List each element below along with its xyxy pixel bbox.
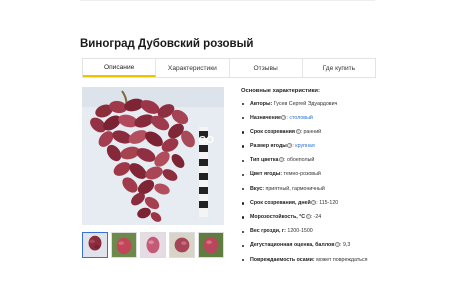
spec-value: 1200-1500 <box>287 228 313 235</box>
spec-row-wasp-damage: Повреждаемость осами: может повреждаться <box>241 257 449 271</box>
grape-bunch-image <box>82 87 224 225</box>
spec-row-flower-type: Тип цветка?: обоеполый <box>241 157 449 171</box>
help-icon[interactable]: ? <box>287 143 293 149</box>
tab-reviews[interactable]: Отзывы <box>230 59 303 77</box>
spec-key: Срок созревания <box>250 128 296 135</box>
spec-row-ripening: Срок созревания?: ранний <box>241 128 449 143</box>
tab-characteristics[interactable]: Характеристики <box>156 59 230 77</box>
spec-key: Авторы: <box>250 100 273 107</box>
spec-key: Тип цветка <box>250 157 279 164</box>
thumbnail-3[interactable] <box>140 232 166 258</box>
spec-value: темно-розовый <box>283 171 321 178</box>
help-icon[interactable]: ? <box>295 128 301 134</box>
page-title: Виноград Дубовский розовый <box>80 38 254 50</box>
spec-key: Дегустационная оценка, баллов <box>250 242 335 249</box>
tab-where-to-buy[interactable]: Где купить <box>303 59 375 77</box>
spec-value: ранний <box>303 128 322 135</box>
help-icon[interactable]: ? <box>278 157 284 163</box>
spec-key: Цвет ягоды: <box>250 171 283 178</box>
help-icon[interactable]: ? <box>311 199 317 205</box>
help-icon[interactable]: ? <box>335 242 340 248</box>
specs-panel: Основные характеристики: Авторы: Гусев С… <box>241 88 449 271</box>
tab-bar: Описание Характеристики Отзывы Где купит… <box>82 58 376 78</box>
main-product-photo[interactable]: GO <box>82 87 224 225</box>
spec-row-taste: Вкус: приятный, гармоничный <box>241 186 449 200</box>
spec-row-berry-size: Размер ягоды?: крупная <box>241 143 449 157</box>
spec-value: приятный, гармоничный <box>265 185 325 192</box>
spec-key: Размер ягоды <box>250 143 287 150</box>
spec-value: обоеполый <box>286 157 315 164</box>
spec-row-purpose: Назначение?: столовый <box>241 114 449 129</box>
tab-description[interactable]: Описание <box>83 59 157 77</box>
spec-value: -24 <box>313 214 322 220</box>
specs-heading: Основные характеристики: <box>241 88 320 94</box>
spec-key: Вес грозди, г: <box>250 228 286 235</box>
thumbnail-2[interactable] <box>111 232 137 258</box>
spec-value: 115-120 <box>319 199 339 206</box>
thumbnail-4[interactable] <box>169 232 195 258</box>
spec-value-link[interactable]: крупная <box>295 143 314 149</box>
spec-key: Вкус: <box>250 185 264 192</box>
spec-key: Назначение <box>250 114 281 121</box>
spec-row-authors: Авторы: Гусев Сергей Эдуардович <box>241 101 449 115</box>
spec-value: 9,3 <box>342 242 351 249</box>
spec-row-frost-resistance: Морозостойкость, °C?: -24 <box>241 214 449 228</box>
spec-row-bunch-weight: Вес грозди, г: 1200-1500 <box>241 228 449 242</box>
photo-watermark: GO <box>198 135 214 146</box>
spec-key: Морозостойкость, °C <box>250 214 306 220</box>
spec-row-tasting-score: Дегустационная оценка, баллов?: 9,3 <box>241 242 449 256</box>
help-icon[interactable]: ? <box>281 114 287 120</box>
thumbnail-1[interactable] <box>82 232 108 258</box>
spec-value: Гусев Сергей Эдуардович <box>273 100 338 107</box>
spec-row-berry-color: Цвет ягоды: темно-розовый <box>241 171 449 185</box>
spec-key: Повреждаемость осами: <box>250 256 315 263</box>
help-icon[interactable]: ? <box>305 214 311 219</box>
thumbnail-5[interactable] <box>198 232 224 258</box>
thumbnail-strip <box>82 232 224 258</box>
spec-row-ripening-days: Срок созревания, дней?: 115-120 <box>241 199 449 214</box>
spec-key: Срок созревания, дней <box>250 199 311 206</box>
spec-value: может повреждаться <box>316 256 368 263</box>
spec-value-link[interactable]: столовый <box>289 115 313 121</box>
header-divider <box>80 0 375 1</box>
